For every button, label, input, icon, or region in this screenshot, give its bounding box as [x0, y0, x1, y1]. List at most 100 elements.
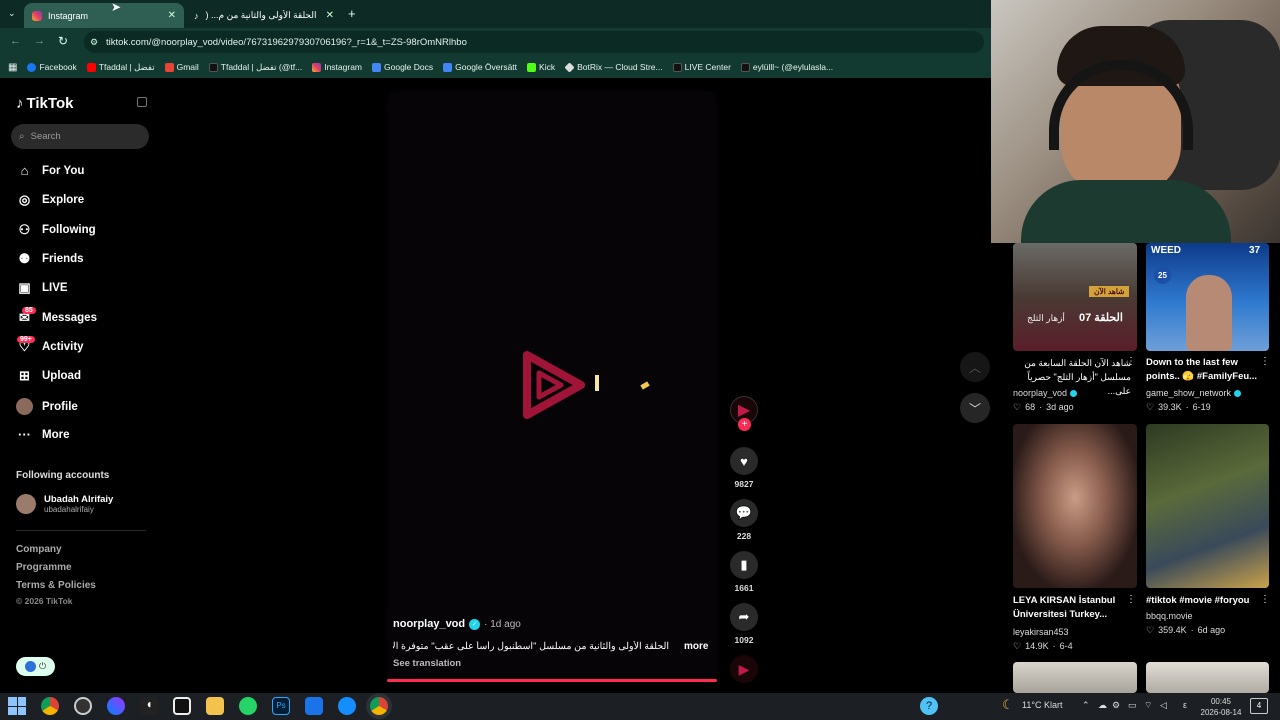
close-tab-icon[interactable]: ✕ [168, 10, 176, 21]
video-player[interactable]: noorplay_vod ✓ · 1d ago الحلقة الأولى وا… [387, 91, 717, 683]
bookmark-gmail[interactable]: Gmail [164, 62, 199, 72]
chrome-icon[interactable] [41, 697, 59, 715]
video-card-author[interactable]: bbqq.movie [1146, 611, 1193, 621]
apps-grid-icon[interactable]: ▦ [8, 62, 17, 73]
sound-disc-button[interactable]: ▶ [730, 655, 758, 683]
bookmark-kick[interactable]: Kick [527, 62, 555, 72]
tray-screen-icon[interactable]: ▭ [1128, 700, 1137, 711]
get-app-button[interactable]: ⏻ [16, 657, 55, 676]
tab-list-chevron-icon[interactable]: ⌄ [8, 8, 16, 19]
photoshop-icon[interactable]: Ps [272, 697, 290, 715]
network-icon[interactable]: ☁ [1098, 700, 1107, 711]
footer-terms[interactable]: Terms & Policies [16, 580, 96, 591]
video-card-thumbnail[interactable]: شاهد الآن الحلقة 07 أزهار الثلج [1013, 243, 1137, 351]
footer-programme[interactable]: Programme [16, 562, 72, 573]
nav-more[interactable]: ··· More [16, 427, 69, 442]
chrome-active-icon[interactable] [370, 697, 388, 715]
caption-more-link[interactable]: more [684, 641, 708, 652]
video-card-title[interactable]: LEYA KIRSAN İstanbul Üniversitesi Turkey… [1013, 594, 1131, 622]
reload-icon[interactable]: ↻ [58, 34, 68, 48]
clock[interactable]: 00:45 2026-08-14 [1200, 696, 1242, 718]
next-video-button[interactable]: ﹀ [960, 393, 990, 423]
video-card-title[interactable]: Down to the last few points.. 🫣 #FamilyF… [1146, 356, 1264, 384]
file-explorer-icon[interactable] [206, 697, 224, 715]
card-menu-icon[interactable]: ⋮ [1260, 594, 1270, 605]
video-card-thumbnail[interactable] [1013, 662, 1137, 693]
nav-for-you[interactable]: ⌂ For You [16, 163, 85, 178]
author-name[interactable]: noorplay_vod [393, 618, 465, 630]
comment-button[interactable]: 💬 228 [730, 499, 758, 541]
follow-plus-icon[interactable]: + [738, 418, 751, 431]
share-button[interactable]: ➦ 1092 [730, 603, 758, 645]
video-card-author[interactable]: leyakirsan453 [1013, 627, 1069, 637]
bookmark-google-docs[interactable]: Google Docs [372, 62, 433, 72]
bookmark-facebook[interactable]: Facebook [27, 62, 77, 72]
botrix-icon [564, 61, 575, 73]
previous-video-button[interactable]: ︿ [960, 352, 990, 382]
nav-explore[interactable]: ◎ Explore [16, 192, 84, 208]
messenger-icon[interactable] [107, 697, 125, 715]
streamer-torso [1021, 180, 1231, 243]
whatsapp-icon[interactable] [239, 697, 257, 715]
loading-bar-icon [595, 375, 599, 391]
card-menu-icon[interactable]: ⋮ [1126, 356, 1136, 367]
bookmark-google-translate[interactable]: Google Översätt [443, 62, 517, 72]
search-input[interactable]: ⌕ Search [11, 124, 149, 149]
windows-start-icon[interactable] [8, 697, 26, 715]
help-icon[interactable]: ? [920, 697, 938, 715]
video-card-author[interactable]: noorplay_vod [1013, 388, 1078, 398]
video-card-thumbnail[interactable]: WEED 37 25 [1146, 243, 1269, 351]
nav-friends[interactable]: ⚉ Friends [16, 251, 84, 267]
close-tab-icon[interactable]: ✕ [326, 10, 334, 21]
new-tab-button[interactable]: + [348, 6, 356, 21]
battlenet-icon[interactable] [338, 697, 356, 715]
video-card-title[interactable]: #tiktok #movie #foryou [1146, 594, 1264, 608]
bookmark-instagram[interactable]: Instagram [312, 62, 362, 72]
gmail-icon [164, 62, 174, 72]
tab-tiktok[interactable]: ♪ الحلقة الأولى والثانية من م... (99+) ✕ [186, 3, 342, 28]
back-icon[interactable]: ← [10, 35, 21, 47]
bookmark-tfaddal[interactable]: Tfaddal | تفضل [86, 62, 155, 73]
video-card-thumbnail[interactable] [1146, 424, 1269, 588]
video-progress-bar[interactable] [387, 679, 717, 682]
streamlabs-icon[interactable] [305, 697, 323, 715]
nav-following[interactable]: ⚇ Following [16, 222, 96, 238]
creator-avatar-button[interactable]: ▶ + [730, 396, 758, 431]
notification-button[interactable]: 4 [1250, 698, 1268, 714]
footer-company[interactable]: Company [16, 544, 62, 555]
obs-icon[interactable] [74, 697, 92, 715]
volume-icon[interactable]: ◁ [1160, 700, 1167, 711]
tray-app-icon[interactable]: ⚙ [1112, 700, 1120, 711]
like-button[interactable]: ♥ 9827 [730, 447, 758, 489]
bookmark-tfaddal-tiktok[interactable]: Tfaddal | تفضل (@tf... [208, 62, 302, 73]
tiktok-logo[interactable]: ♪ TikTok [16, 95, 73, 112]
bookmark-eylul[interactable]: eylülll~ (@eylulasla... [740, 62, 833, 72]
streamdeck-icon[interactable] [173, 697, 191, 715]
app-c-icon[interactable]: ◖ [140, 697, 158, 715]
card-menu-icon[interactable]: ⋮ [1126, 594, 1136, 605]
address-bar[interactable]: ⚙ tiktok.com/@noorplay_vod/video/7673196… [84, 31, 984, 53]
collapse-sidebar-icon[interactable] [137, 97, 147, 107]
weather-text[interactable]: 11°C Klart [1022, 700, 1062, 710]
tray-expand-icon[interactable]: ⌃ [1082, 700, 1090, 711]
nav-upload[interactable]: ⊞ Upload [16, 368, 81, 384]
bookmark-botrix[interactable]: BotRix — Cloud Stre... [564, 61, 663, 73]
bookmark-button[interactable]: ▮ 1661 [730, 551, 758, 593]
tiktok-note-icon: ♪ [16, 95, 24, 112]
notification-count: 4 [1256, 701, 1262, 710]
nav-profile[interactable]: Profile [16, 398, 78, 415]
forward-icon[interactable]: → [34, 35, 45, 47]
tab-instagram[interactable]: Instagram ✕ [24, 3, 184, 28]
keyboard-layout-icon[interactable]: ε [1183, 700, 1187, 710]
bookmark-live-center[interactable]: LIVE Center [672, 62, 731, 72]
video-card-author[interactable]: game_show_network [1146, 388, 1242, 398]
wifi-icon[interactable]: ⌔ [1144, 700, 1152, 711]
card-menu-icon[interactable]: ⋮ [1260, 356, 1270, 367]
video-card-thumbnail[interactable] [1013, 424, 1137, 588]
nav-live[interactable]: ▣ LIVE [16, 280, 67, 296]
site-info-icon[interactable]: ⚙ [90, 37, 98, 48]
see-translation-link[interactable]: See translation [393, 658, 461, 669]
video-card-thumbnail[interactable] [1146, 662, 1269, 693]
following-account[interactable]: Ubadah Alrifaiy ubadahalrifaiy [16, 494, 113, 514]
weather-icon: ☾ [1002, 697, 1014, 712]
